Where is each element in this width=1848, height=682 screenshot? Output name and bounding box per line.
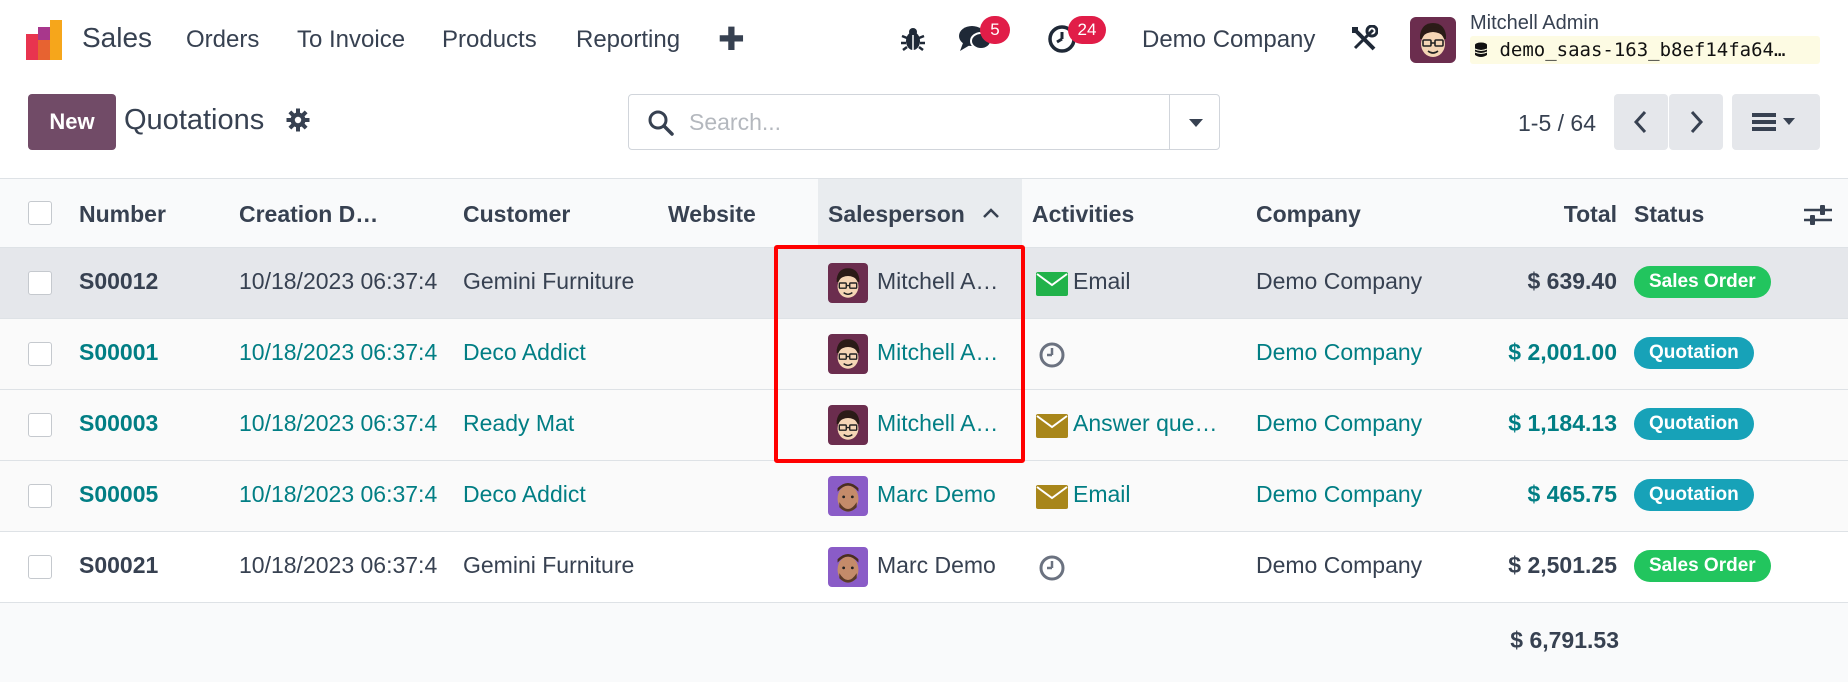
database-chip: demo_saas-163_b8ef14fa64…	[1470, 36, 1820, 64]
col-customer[interactable]: Customer	[463, 201, 570, 228]
highlight-box	[774, 245, 1025, 463]
col-company[interactable]: Company	[1256, 201, 1361, 228]
salesperson-avatar	[828, 476, 868, 516]
bug-icon[interactable]	[900, 26, 926, 52]
pager-previous-button[interactable]	[1614, 94, 1668, 150]
database-icon	[1474, 42, 1488, 57]
clock-icon[interactable]	[1038, 554, 1066, 582]
cell-customer: Ready Mat	[463, 410, 575, 436]
cell-number: S00012	[79, 268, 159, 294]
cell-customer: Gemini Furniture	[463, 552, 635, 578]
cell-date: 10/18/2023 06:37:4	[239, 268, 438, 294]
chevron-left-icon	[1633, 110, 1647, 134]
envelope-icon[interactable]	[1036, 414, 1068, 438]
row-checkbox[interactable]	[28, 413, 52, 437]
table-row[interactable]: S00005 10/18/2023 06:37:4 Deco Addict Ma…	[0, 461, 1848, 532]
clock-icon[interactable]	[1038, 341, 1066, 369]
cell-date: 10/18/2023 06:37:4	[239, 410, 438, 436]
gear-icon[interactable]	[286, 108, 310, 132]
cell-activity[interactable]: Email	[1073, 481, 1131, 508]
envelope-icon[interactable]	[1036, 272, 1068, 296]
search-options-toggle[interactable]	[1169, 95, 1220, 149]
col-website[interactable]: Website	[668, 201, 756, 228]
app-name[interactable]: Sales	[82, 22, 152, 54]
row-checkbox[interactable]	[28, 484, 52, 508]
cell-activity[interactable]: Email	[1073, 268, 1131, 295]
list-footer: $ 6,791.53	[0, 603, 1848, 682]
menu-orders[interactable]: Orders	[186, 26, 259, 54]
cell-company: Demo Company	[1256, 268, 1423, 294]
cell-date: 10/18/2023 06:37:4	[239, 552, 438, 578]
search-icon	[648, 110, 674, 136]
status-badge: Sales Order	[1634, 550, 1771, 582]
cell-customer: Deco Addict	[463, 339, 586, 365]
activities-badge: 24	[1068, 16, 1106, 44]
menu-products[interactable]: Products	[442, 26, 537, 54]
cell-customer: Deco Addict	[463, 481, 586, 507]
pager-value[interactable]: 1-5 / 64	[1518, 110, 1596, 137]
col-activities[interactable]: Activities	[1032, 201, 1134, 228]
cell-salesperson[interactable]: Marc Demo	[877, 552, 996, 579]
caret-down-icon	[1189, 119, 1203, 127]
search-box	[628, 94, 1220, 150]
cell-number: S00021	[79, 552, 159, 578]
cell-salesperson[interactable]: Marc Demo	[877, 481, 996, 508]
cell-number: S00003	[79, 410, 159, 436]
pager-next-button[interactable]	[1669, 94, 1723, 150]
col-salesperson[interactable]: Salesperson	[828, 201, 965, 228]
cell-activity[interactable]: Answer que…	[1073, 410, 1217, 437]
cell-date: 10/18/2023 06:37:4	[239, 481, 438, 507]
page-title: Quotations	[124, 104, 265, 136]
status-badge: Quotation	[1634, 479, 1754, 511]
col-number[interactable]: Number	[79, 201, 166, 228]
cell-company: Demo Company	[1256, 410, 1423, 436]
cell-company: Demo Company	[1256, 552, 1423, 578]
envelope-icon[interactable]	[1036, 485, 1068, 509]
cell-date: 10/18/2023 06:37:4	[239, 339, 438, 365]
cell-company: Demo Company	[1256, 481, 1423, 507]
database-name: demo_saas-163_b8ef14fa64…	[1499, 39, 1786, 61]
col-total[interactable]: Total	[1564, 201, 1617, 228]
cell-number: S00001	[79, 339, 159, 365]
salesperson-avatar	[828, 547, 868, 587]
col-status[interactable]: Status	[1634, 201, 1704, 228]
list-header: Number Creation D… Customer Website Sale…	[0, 178, 1848, 248]
new-button[interactable]: New	[28, 94, 116, 150]
company-switcher[interactable]: Demo Company	[1142, 26, 1315, 54]
tools-icon[interactable]	[1350, 25, 1378, 53]
status-badge: Sales Order	[1634, 266, 1771, 298]
cell-company: Demo Company	[1256, 339, 1423, 365]
plus-icon[interactable]: ✚	[718, 20, 745, 58]
list-view-icon	[1752, 113, 1795, 131]
top-navbar: Sales Orders To Invoice Products Reporti…	[0, 0, 1848, 80]
menu-to-invoice[interactable]: To Invoice	[297, 26, 405, 54]
grand-total: $ 6,791.53	[1510, 627, 1619, 653]
row-checkbox[interactable]	[28, 271, 52, 295]
chevron-right-icon	[1690, 110, 1704, 134]
row-checkbox[interactable]	[28, 555, 52, 579]
app-logo-icon[interactable]	[26, 20, 66, 60]
cell-total: $ 1,184.13	[1508, 410, 1617, 436]
column-settings-icon[interactable]	[1804, 203, 1832, 227]
table-row[interactable]: S00021 10/18/2023 06:37:4 Gemini Furnitu…	[0, 532, 1848, 603]
menu-reporting[interactable]: Reporting	[576, 26, 680, 54]
cell-customer: Gemini Furniture	[463, 268, 635, 294]
status-badge: Quotation	[1634, 408, 1754, 440]
user-name[interactable]: Mitchell Admin	[1470, 12, 1599, 35]
cell-total: $ 639.40	[1527, 268, 1617, 294]
view-switcher-button[interactable]	[1732, 94, 1820, 150]
user-avatar[interactable]	[1410, 17, 1456, 63]
select-all-checkbox[interactable]	[28, 201, 52, 225]
messages-badge: 5	[980, 16, 1010, 44]
status-badge: Quotation	[1634, 337, 1754, 369]
search-input[interactable]	[689, 107, 1149, 137]
row-checkbox[interactable]	[28, 342, 52, 366]
sort-up-icon	[983, 208, 999, 218]
cell-total: $ 2,001.00	[1508, 339, 1617, 365]
cell-total: $ 2,501.25	[1508, 552, 1617, 578]
cell-total: $ 465.75	[1527, 481, 1617, 507]
cell-number: S00005	[79, 481, 159, 507]
col-creation-date[interactable]: Creation D…	[239, 201, 378, 228]
